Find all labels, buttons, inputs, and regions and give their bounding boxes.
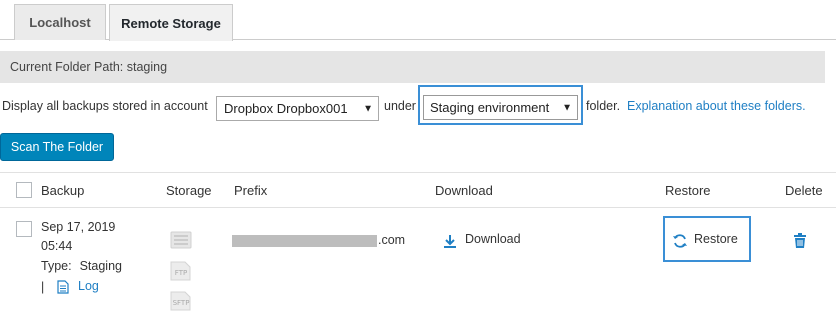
ftp-icon: FTP <box>170 261 192 281</box>
folder-text: folder. <box>586 99 621 113</box>
ftp-label: FTP <box>174 269 188 277</box>
tab-localhost[interactable]: Localhost <box>14 4 106 40</box>
explanation-link[interactable]: Explanation about these folders. <box>627 99 806 113</box>
account-select-value: Dropbox Dropbox001 <box>224 101 348 116</box>
backup-date: Sep 17, 2019 <box>41 220 116 234</box>
log-link[interactable]: Log <box>78 279 99 293</box>
log-file-icon <box>57 280 69 294</box>
chevron-down-icon: ▼ <box>363 103 373 114</box>
sftp-icon: SFTP <box>170 291 192 311</box>
current-folder-path: Current Folder Path: staging <box>0 51 825 83</box>
account-select[interactable]: Dropbox Dropbox001 ▼ <box>216 96 379 121</box>
environment-select-value: Staging environment <box>430 100 550 115</box>
backups-table: Backup Storage Prefix Download Restore D… <box>0 172 836 316</box>
restore-link[interactable]: Restore <box>694 232 738 246</box>
restore-icon[interactable] <box>672 233 688 249</box>
row-checkbox[interactable] <box>16 221 32 237</box>
header-storage: Storage <box>166 183 212 198</box>
backup-time: 05:44 <box>41 239 73 253</box>
tab-bar: Localhost Remote Storage <box>0 0 836 41</box>
sftp-label: SFTP <box>172 299 190 307</box>
table-row: Sep 17, 2019 05:44 Type: Staging | Log FT… <box>0 209 836 316</box>
chevron-down-icon: ▼ <box>562 102 572 113</box>
prefix-redacted <box>232 235 377 247</box>
download-icon[interactable] <box>443 234 457 248</box>
backup-type: Type: Staging <box>41 259 122 273</box>
prefix-suffix: .com <box>378 233 406 247</box>
under-text: under <box>384 99 416 113</box>
table-header: Backup Storage Prefix Download Restore D… <box>0 172 836 208</box>
backup-type-value: Staging <box>79 259 122 273</box>
account-row: Display all backups stored in account Dr… <box>0 85 836 128</box>
header-prefix: Prefix <box>234 183 268 198</box>
header-backup: Backup <box>41 183 85 198</box>
select-all-checkbox[interactable] <box>16 182 32 198</box>
account-lead-text: Display all backups stored in account <box>2 99 208 113</box>
tab-remote-storage[interactable]: Remote Storage <box>109 4 233 41</box>
header-download: Download <box>435 183 493 198</box>
log-separator: | <box>41 280 45 294</box>
download-link[interactable]: Download <box>465 232 521 246</box>
dropbox-icon <box>170 231 192 249</box>
backup-type-label: Type: <box>41 259 72 273</box>
scan-folder-button[interactable]: Scan The Folder <box>0 133 114 161</box>
header-delete: Delete <box>785 183 823 198</box>
header-restore: Restore <box>665 183 711 198</box>
trash-icon[interactable] <box>793 233 807 249</box>
environment-select[interactable]: Staging environment ▼ <box>423 95 578 120</box>
